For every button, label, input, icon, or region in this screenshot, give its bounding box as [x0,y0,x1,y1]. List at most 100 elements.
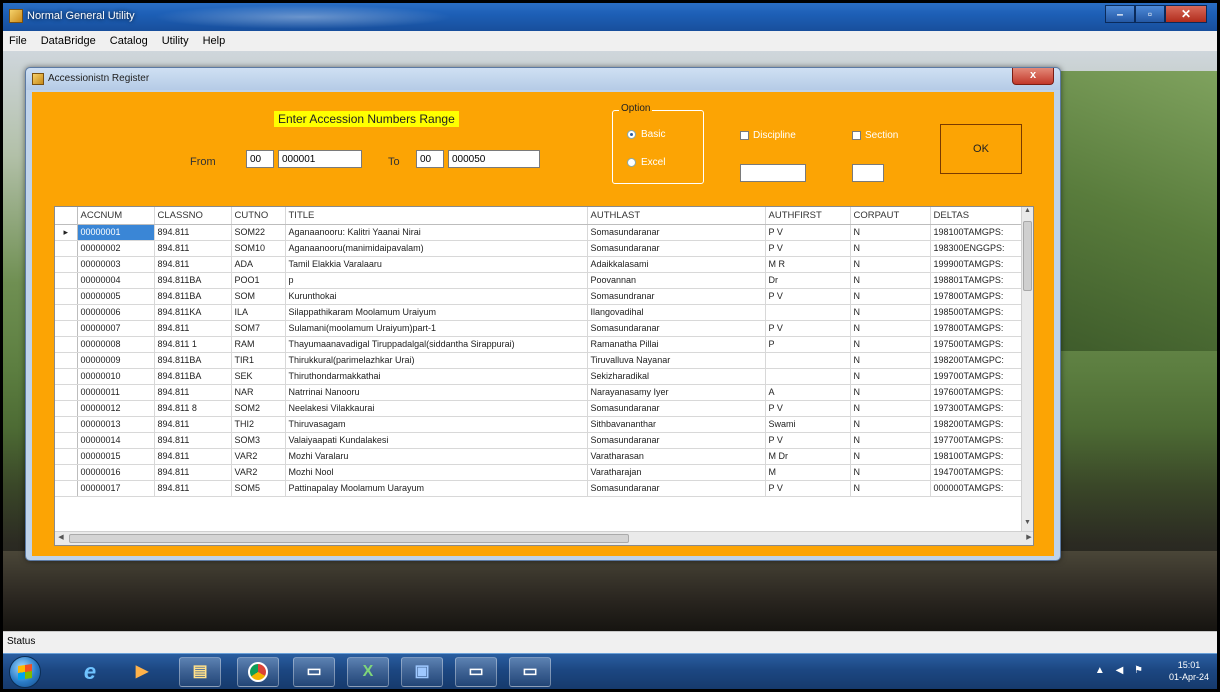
table-cell[interactable]: Somasundaranar [587,400,766,417]
table-cell[interactable]: 198200TAMGPS: [930,416,1024,433]
table-cell[interactable]: Somasundaranar [587,320,766,337]
table-row[interactable]: 00000011 894.811 NAR Natrrinai Nanooru Naray… [55,384,1024,401]
table-cell[interactable]: Thirukkural(parimelazhkar Urai) [285,352,588,369]
column-header-accnum[interactable]: ACCNUM [77,207,155,225]
table-row[interactable]: 00000004 894.811BA POO1 p Poovannan Dr N 198801… [55,272,1024,289]
table-row[interactable]: 00000006 894.811KA ILA Silappathikaram Mool… [55,304,1024,321]
table-cell[interactable]: SOM3 [231,432,286,449]
option-excel-radio[interactable]: Excel [627,157,665,168]
column-header-authfirst[interactable]: AUTHFIRST [765,207,851,225]
table-cell[interactable]: N [850,400,931,417]
table-cell[interactable]: SOM10 [231,240,286,257]
table-cell[interactable]: 00000008 [77,336,155,353]
row-selector[interactable] [55,432,78,449]
table-cell[interactable]: Sulamani(moolamum Uraiyum)part-1 [285,320,588,337]
table-cell[interactable]: 00000013 [77,416,155,433]
table-cell[interactable]: Natrrinai Nanooru [285,384,588,401]
table-cell[interactable]: N [850,240,931,257]
table-cell[interactable]: 894.811 [154,416,232,433]
folder-icon[interactable]: ▤ [179,657,221,687]
table-row[interactable]: 00000012 894.811 8 SOM2 Neelakesi Vilakkaur… [55,400,1024,417]
table-cell[interactable]: 00000016 [77,464,155,481]
table-cell[interactable]: SOM7 [231,320,286,337]
table-row[interactable]: 00000015 894.811 VAR2 Mozhi Varalaru Varatha… [55,448,1024,465]
table-row[interactable]: 00000005 894.811BA SOM Kurunthokai Somasundr… [55,288,1024,305]
column-header-title[interactable]: TITLE [285,207,588,225]
table-cell[interactable]: 197600TAMGPS: [930,384,1024,401]
scroll-right-icon[interactable]: ▶ [1023,533,1033,541]
table-cell[interactable]: Thiruthondarmakkathai [285,368,588,385]
table-cell[interactable]: 894.811 [154,256,232,273]
table-cell[interactable]: 00000015 [77,448,155,465]
horizontal-scrollbar[interactable]: ◀ ▶ [55,531,1033,545]
table-cell[interactable]: THI2 [231,416,286,433]
table-cell[interactable]: Poovannan [587,272,766,289]
table-cell[interactable]: 894.811 [154,320,232,337]
table-cell[interactable]: P V [765,320,851,337]
table-cell[interactable]: N [850,368,931,385]
table-cell[interactable]: Neelakesi Vilakkaurai [285,400,588,417]
table-cell[interactable]: P [765,336,851,353]
row-selector[interactable] [55,384,78,401]
table-row[interactable]: 00000010 894.811BA SEK Thiruthondarmakkatha… [55,368,1024,385]
discipline-checkbox[interactable]: Discipline [740,130,796,141]
column-header-classno[interactable]: CLASSNO [154,207,232,225]
table-cell[interactable]: RAM [231,336,286,353]
table-cell[interactable]: Tamil Elakkia Varalaaru [285,256,588,273]
table-cell[interactable]: Somasundaranar [587,432,766,449]
row-selector[interactable] [55,240,78,257]
ok-button[interactable]: OK [940,124,1022,174]
table-cell[interactable]: N [850,256,931,273]
table-cell[interactable]: 894.811 8 [154,400,232,417]
table-cell[interactable]: N [850,224,931,241]
table-cell[interactable]: NAR [231,384,286,401]
table-cell[interactable]: 198500TAMGPS: [930,304,1024,321]
row-selector[interactable] [55,480,78,497]
accession-grid[interactable]: ACCNUM CLASSNO CUTNO TITLE AUTHLAST AUTHFIRST… [54,206,1034,546]
discipline-input[interactable] [740,164,806,182]
column-header-deltas[interactable]: DELTAS [930,207,1024,225]
table-row[interactable]: 00000009 894.811BA TIR1 Thirukkural(parimel… [55,352,1024,369]
table-cell[interactable]: 00000005 [77,288,155,305]
table-cell[interactable]: ADA [231,256,286,273]
table-cell[interactable]: P V [765,432,851,449]
table-cell[interactable]: 894.811 [154,432,232,449]
table-cell[interactable]: Tiruvalluva Nayanar [587,352,766,369]
start-button[interactable] [9,656,41,688]
scroll-down-icon[interactable]: ▼ [1022,519,1033,531]
table-row[interactable]: 00000016 894.811 VAR2 Mozhi Nool Varatharaja… [55,464,1024,481]
table-cell[interactable]: 00000002 [77,240,155,257]
table-cell[interactable]: 000000TAMGPS: [930,480,1024,497]
row-selector[interactable] [55,320,78,337]
table-cell[interactable]: Pattinapalay Moolamum Uarayum [285,480,588,497]
table-cell[interactable]: N [850,336,931,353]
table-cell[interactable]: VAR2 [231,464,286,481]
row-selector[interactable] [55,288,78,305]
table-cell[interactable]: 894.811 [154,448,232,465]
table-cell[interactable]: VAR2 [231,448,286,465]
menu-databridge[interactable]: DataBridge [41,35,96,47]
menu-file[interactable]: File [9,35,27,47]
row-selector[interactable] [55,368,78,385]
table-cell[interactable]: Varatharasan [587,448,766,465]
table-row[interactable]: ▸ 00000001 894.811 SOM22 Aganaanooru: Kalitr… [55,224,1024,241]
to-prefix-input[interactable] [416,150,444,168]
table-cell[interactable]: 198300ENGGPS: [930,240,1024,257]
table-cell[interactable]: 198801TAMGPS: [930,272,1024,289]
table-cell[interactable]: 00000007 [77,320,155,337]
table-cell[interactable]: 894.811 [154,240,232,257]
chrome-icon[interactable] [237,657,279,687]
minimize-button[interactable]: – [1105,5,1135,23]
table-cell[interactable]: Narayanasamy Iyer [587,384,766,401]
table-cell[interactable]: ILA [231,304,286,321]
table-cell[interactable]: 00000011 [77,384,155,401]
row-selector[interactable] [55,464,78,481]
table-cell[interactable]: 197500TAMGPS: [930,336,1024,353]
table-cell[interactable]: Thayumaanavadigal Tiruppadalgal(siddanth… [285,336,588,353]
table-cell[interactable]: Somasundranar [587,288,766,305]
table-cell[interactable]: 00000004 [77,272,155,289]
media-player-icon[interactable]: ▶ [121,657,163,687]
table-cell[interactable]: Varatharajan [587,464,766,481]
from-number-input[interactable] [278,150,362,168]
column-header-cutno[interactable]: CUTNO [231,207,286,225]
